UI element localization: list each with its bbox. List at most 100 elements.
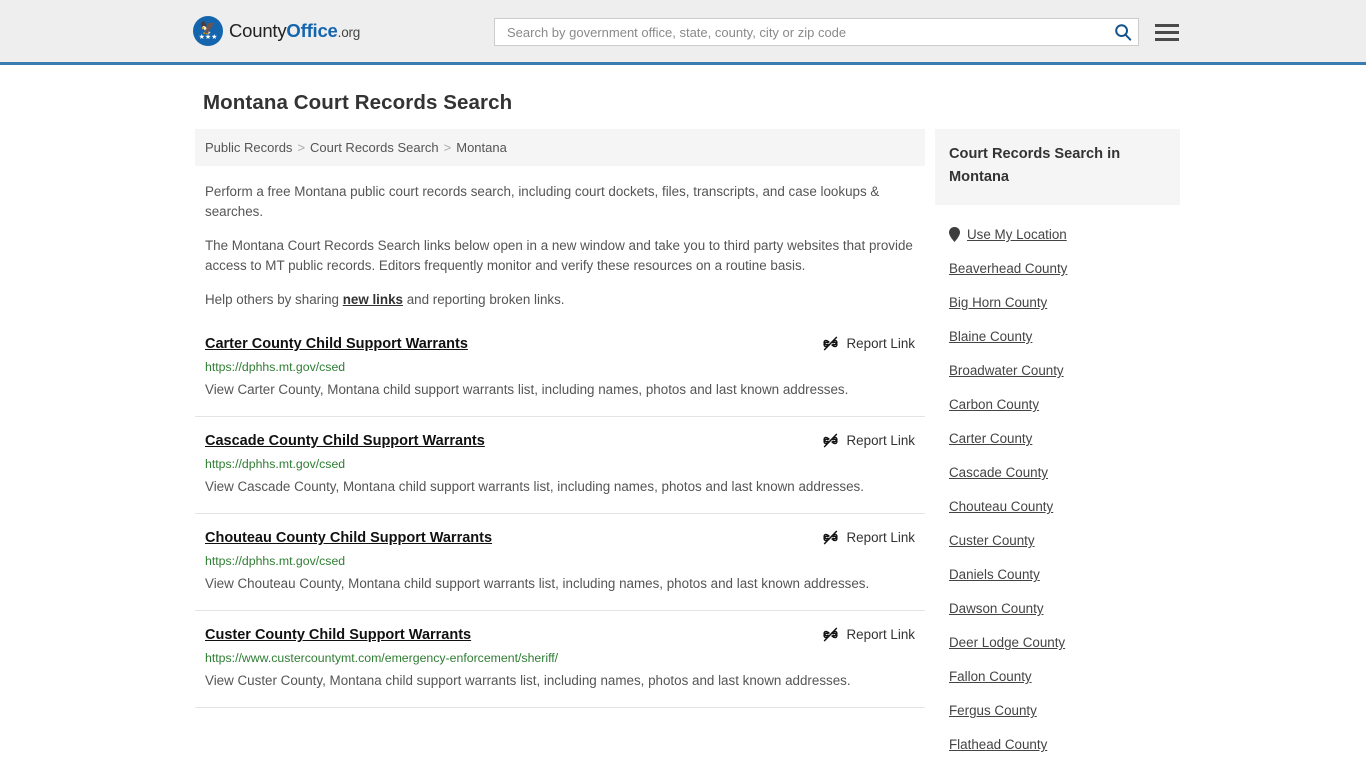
map-pin-icon: [949, 227, 960, 242]
county-link[interactable]: Blaine County: [949, 329, 1032, 344]
breadcrumb-item-public-records[interactable]: Public Records: [205, 140, 292, 155]
sidebar-heading: Court Records Search in Montana: [935, 129, 1180, 205]
sidebar-item-county[interactable]: Big Horn County: [949, 295, 1166, 310]
report-link-label: Report Link: [846, 336, 915, 351]
county-link[interactable]: Custer County: [949, 533, 1035, 548]
broken-link-icon: [822, 433, 838, 448]
report-link-label: Report Link: [846, 627, 915, 642]
result-title-link[interactable]: Chouteau County Child Support Warrants: [205, 528, 492, 548]
result-header: Cascade County Child Support Warrants Re…: [205, 431, 915, 451]
sidebar-item-county[interactable]: Carbon County: [949, 397, 1166, 412]
county-link[interactable]: Flathead County: [949, 737, 1047, 752]
result-description: View Custer County, Montana child suppor…: [205, 673, 851, 688]
menu-bar-3: [1155, 37, 1179, 41]
result-header: Chouteau County Child Support Warrants R…: [205, 528, 915, 548]
broken-link-icon: [822, 336, 838, 351]
sidebar-item-county[interactable]: Cascade County: [949, 465, 1166, 480]
search-icon[interactable]: [1114, 23, 1132, 41]
intro-p3-before: Help others by sharing: [205, 292, 343, 307]
county-link[interactable]: Broadwater County: [949, 363, 1064, 378]
result-url: https://dphhs.mt.gov/csed: [205, 457, 346, 471]
sidebar-item-county[interactable]: Fergus County: [949, 703, 1166, 718]
sidebar-item-county[interactable]: Chouteau County: [949, 499, 1166, 514]
report-link-label: Report Link: [846, 530, 915, 545]
new-links-link[interactable]: new links: [343, 292, 403, 307]
result-item: Carter County Child Support Warrants Rep…: [195, 330, 925, 417]
county-link[interactable]: Beaverhead County: [949, 261, 1067, 276]
logo-text-part1: County: [229, 20, 287, 41]
intro-paragraph-1: Perform a free Montana public court reco…: [205, 184, 880, 219]
sidebar-item-county[interactable]: Flathead County: [949, 737, 1166, 752]
county-link[interactable]: Deer Lodge County: [949, 635, 1065, 650]
county-link[interactable]: Carbon County: [949, 397, 1039, 412]
county-link[interactable]: Chouteau County: [949, 499, 1053, 514]
result-description: View Chouteau County, Montana child supp…: [205, 576, 870, 591]
intro-text: Perform a free Montana public court reco…: [195, 182, 925, 310]
site-logo[interactable]: 🦅 ★★★ CountyOffice.org: [193, 16, 360, 46]
sidebar-item-county[interactable]: Daniels County: [949, 567, 1166, 582]
result-item: Cascade County Child Support Warrants Re…: [195, 417, 925, 514]
main-content: Public Records > Court Records Search > Mont…: [195, 129, 925, 752]
sidebar-county-list: Use My Location Beaverhead County Big Ho…: [935, 227, 1180, 752]
sidebar-item-county[interactable]: Dawson County: [949, 601, 1166, 616]
county-link[interactable]: Big Horn County: [949, 295, 1047, 310]
use-my-location-link[interactable]: Use My Location: [967, 227, 1067, 242]
results-list: Carter County Child Support Warrants Rep…: [195, 330, 925, 708]
result-item: Custer County Child Support Warrants Rep…: [195, 611, 925, 708]
page-title: Montana Court Records Search: [203, 91, 513, 114]
result-description: View Cascade County, Montana child suppo…: [205, 479, 864, 494]
breadcrumb-item-montana: Montana: [456, 140, 507, 155]
report-link-button[interactable]: Report Link: [822, 528, 915, 546]
hamburger-menu-icon[interactable]: [1155, 23, 1179, 41]
county-link[interactable]: Fergus County: [949, 703, 1037, 718]
menu-bar-2: [1155, 30, 1179, 34]
county-link[interactable]: Carter County: [949, 431, 1032, 446]
result-description: View Carter County, Montana child suppor…: [205, 382, 849, 397]
county-link[interactable]: Dawson County: [949, 601, 1044, 616]
sidebar-item-county[interactable]: Blaine County: [949, 329, 1166, 344]
breadcrumb-separator: >: [443, 140, 452, 155]
header-search-area: [494, 18, 1179, 46]
result-url: https://dphhs.mt.gov/csed: [205, 360, 346, 374]
sidebar-item-county[interactable]: Custer County: [949, 533, 1166, 548]
report-link-label: Report Link: [846, 433, 915, 448]
sidebar-item-county[interactable]: Broadwater County: [949, 363, 1166, 378]
broken-link-icon: [822, 530, 838, 545]
breadcrumb-item-court-records-search[interactable]: Court Records Search: [310, 140, 439, 155]
county-link[interactable]: Cascade County: [949, 465, 1048, 480]
breadcrumb: Public Records > Court Records Search > Mont…: [195, 129, 925, 166]
county-link[interactable]: Daniels County: [949, 567, 1040, 582]
broken-link-icon: [822, 627, 838, 642]
search-box[interactable]: [494, 18, 1139, 46]
county-link[interactable]: Fallon County: [949, 669, 1032, 684]
result-url: https://dphhs.mt.gov/csed: [205, 554, 346, 568]
intro-paragraph-2: The Montana Court Records Search links b…: [205, 238, 913, 273]
sidebar-item-use-my-location[interactable]: Use My Location: [949, 227, 1166, 242]
result-title-link[interactable]: Custer County Child Support Warrants: [205, 625, 471, 645]
intro-paragraph-3: Help others by sharing new links and rep…: [205, 290, 915, 310]
page-body: Montana Court Records Search Public Reco…: [0, 91, 1366, 752]
search-input[interactable]: [505, 19, 1114, 45]
sidebar-item-county[interactable]: Deer Lodge County: [949, 635, 1166, 650]
sidebar-item-county[interactable]: Beaverhead County: [949, 261, 1166, 276]
result-title-link[interactable]: Carter County Child Support Warrants: [205, 334, 468, 354]
result-header: Carter County Child Support Warrants Rep…: [205, 334, 915, 354]
eagle-seal-icon: 🦅 ★★★: [193, 16, 223, 46]
report-link-button[interactable]: Report Link: [822, 431, 915, 449]
result-item: Chouteau County Child Support Warrants R…: [195, 514, 925, 611]
result-title-link[interactable]: Cascade County Child Support Warrants: [205, 431, 485, 451]
logo-text-part3: .org: [337, 25, 361, 40]
report-link-button[interactable]: Report Link: [822, 625, 915, 643]
result-url: https://www.custercountymt.com/emergency…: [205, 651, 559, 665]
result-header: Custer County Child Support Warrants Rep…: [205, 625, 915, 645]
breadcrumb-separator: >: [297, 140, 306, 155]
site-header: 🦅 ★★★ CountyOffice.org: [0, 0, 1366, 65]
intro-p3-after: and reporting broken links.: [402, 292, 565, 307]
logo-text: CountyOffice.org: [229, 20, 360, 42]
report-link-button[interactable]: Report Link: [822, 334, 915, 352]
sidebar-item-county[interactable]: Fallon County: [949, 669, 1166, 684]
sidebar: Court Records Search in Montana Use My L…: [935, 129, 1180, 752]
content-columns: Public Records > Court Records Search > Mont…: [195, 129, 1366, 752]
menu-bar-1: [1155, 23, 1179, 27]
sidebar-item-county[interactable]: Carter County: [949, 431, 1166, 446]
